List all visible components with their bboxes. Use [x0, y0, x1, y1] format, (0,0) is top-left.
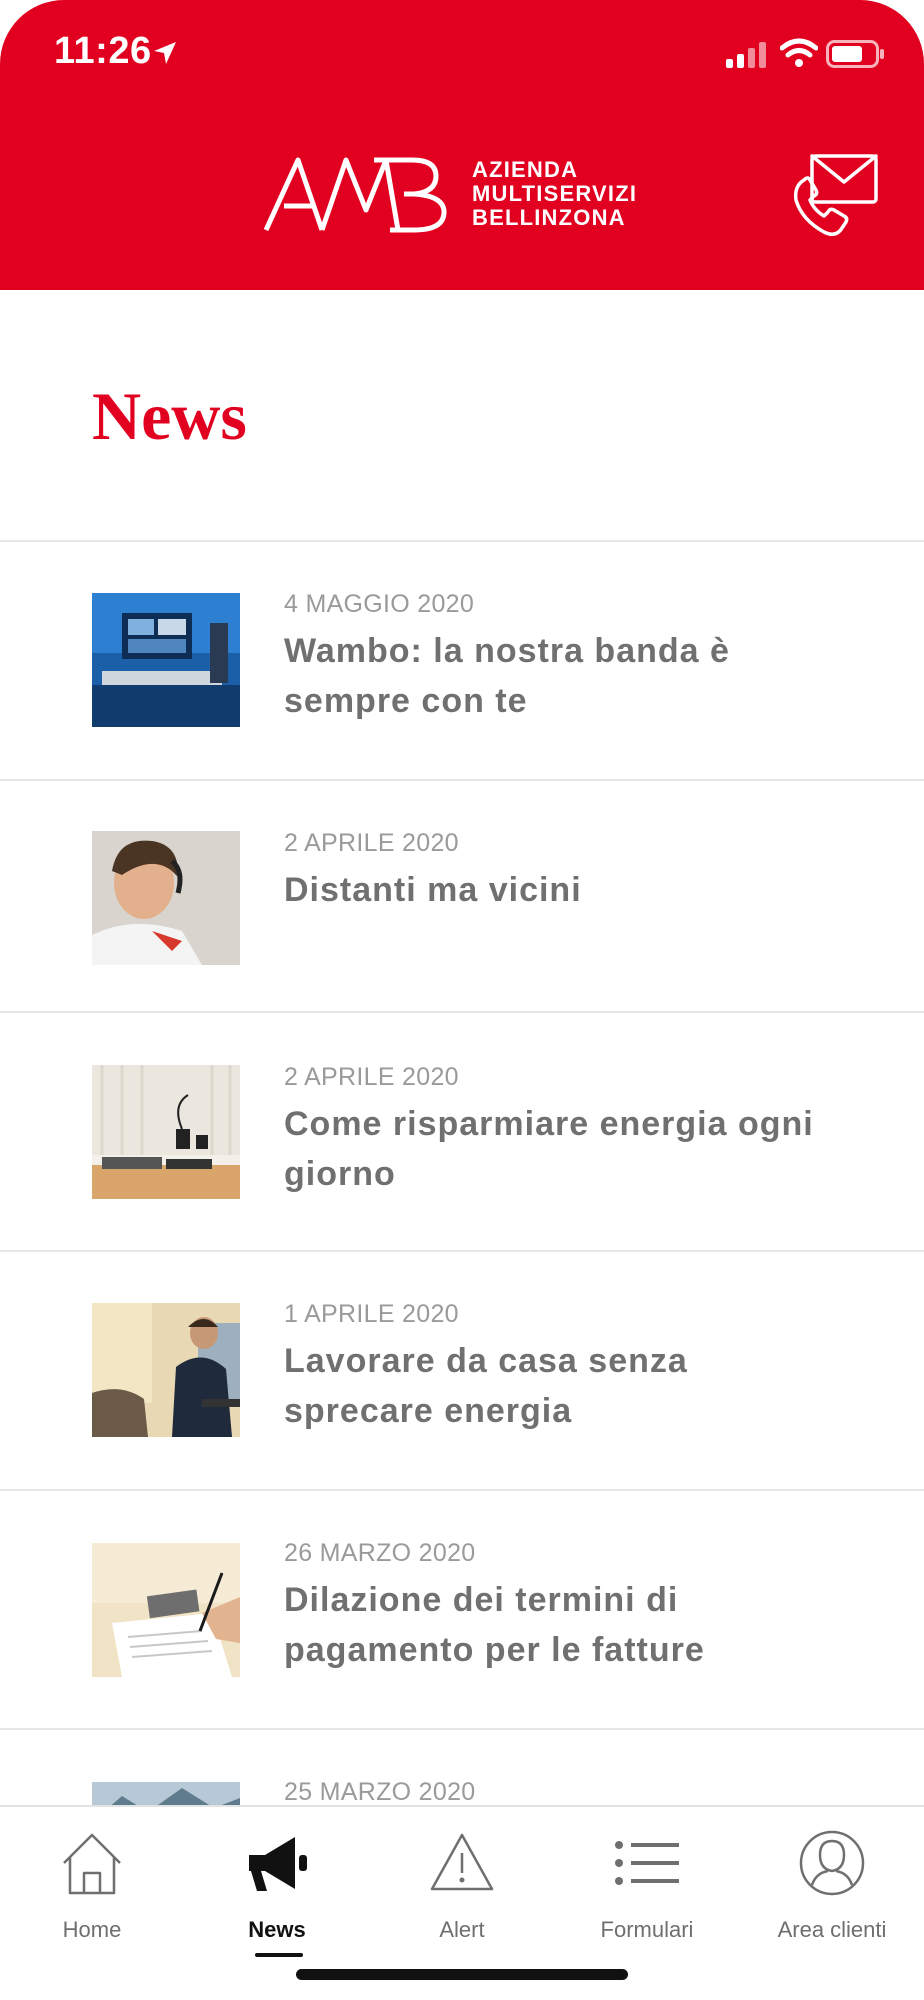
contact-button[interactable]: [790, 150, 882, 240]
cellular-signal-icon: [726, 42, 766, 68]
alert-triangle-icon: [430, 1833, 494, 1891]
news-item[interactable]: 1 APRILE 2020 Lavorare da casa senza spr…: [0, 1252, 924, 1491]
news-title: Come risparmiare energia ogni giorno: [284, 1105, 814, 1193]
battery-icon: [826, 40, 884, 68]
tab-label: News: [248, 1917, 306, 1942]
tab-alert[interactable]: Alert: [370, 1807, 554, 1967]
news-title: Wambo: la nostra banda è sempre con te: [284, 632, 730, 720]
tab-home[interactable]: Home: [0, 1807, 184, 1967]
app-header: 11:26 AZIENDA MULTISERVIZI BELLINZONA: [0, 0, 924, 290]
news-item[interactable]: 4 MAGGIO 2020 Wambo: la nostra banda è s…: [0, 542, 924, 781]
tab-area-clienti[interactable]: Area clienti: [740, 1807, 924, 1967]
tab-formulari[interactable]: Formulari: [555, 1807, 739, 1967]
brand-name: AZIENDA MULTISERVIZI BELLINZONA: [472, 158, 672, 230]
location-arrow-icon: [154, 42, 176, 64]
home-office-image: [92, 1303, 240, 1437]
news-item[interactable]: 26 MARZO 2020 Dilazione dei termini di p…: [0, 1491, 924, 1730]
home-indicator: [296, 1969, 628, 1980]
customer-service-agent-image: [92, 831, 240, 965]
news-item[interactable]: 2 APRILE 2020 Come risparmiare energia o…: [0, 1013, 924, 1252]
news-title: Dilazione dei termini di pagamento per l…: [284, 1581, 705, 1669]
paperwork-calculator-image: [92, 1543, 240, 1677]
news-date: 25 MARZO 2020: [284, 1778, 476, 1806]
app-screen: 11:26 AZIENDA MULTISERVIZI BELLINZONA Ne…: [0, 0, 924, 2000]
status-time: 11:26: [54, 30, 152, 72]
tab-label: Alert: [439, 1917, 485, 1942]
status-bar: 11:26: [0, 0, 924, 110]
tab-news[interactable]: News: [185, 1807, 369, 1967]
active-tab-indicator: [255, 1953, 303, 1957]
news-title: Distanti ma vicini: [284, 871, 582, 909]
studio-desk-image: [92, 593, 240, 727]
news-item[interactable]: 2 APRILE 2020 Distanti ma vicini: [0, 781, 924, 1013]
user-circle-icon: [799, 1830, 865, 1896]
megaphone-icon: [249, 1837, 307, 1891]
news-date: 2 APRILE 2020: [284, 1063, 459, 1091]
brand-line-3: BELLINZONA: [472, 205, 626, 230]
tab-label: Formulari: [600, 1917, 694, 1942]
wifi-icon: [780, 38, 818, 67]
tab-label: Home: [62, 1917, 122, 1942]
home-icon: [63, 1833, 121, 1895]
chargers-devices-image: [92, 1065, 240, 1199]
news-list: 4 MAGGIO 2020 Wambo: la nostra banda è s…: [0, 542, 924, 1967]
news-date: 26 MARZO 2020: [284, 1539, 476, 1567]
list-icon: [615, 1841, 679, 1885]
news-date: 4 MAGGIO 2020: [284, 590, 475, 618]
brand-logo: AZIENDA MULTISERVIZI BELLINZONA: [262, 152, 682, 236]
news-date: 1 APRILE 2020: [284, 1300, 459, 1328]
news-date: 2 APRILE 2020: [284, 829, 459, 857]
brand-line-1: AZIENDA: [472, 157, 579, 182]
amb-logo-mark: [263, 157, 447, 233]
news-title: Lavorare da casa senza sprecare energia: [284, 1342, 688, 1430]
page-title: News: [92, 378, 247, 454]
tab-label: Area clienti: [777, 1917, 887, 1942]
brand-line-2: MULTISERVIZI: [472, 181, 638, 206]
